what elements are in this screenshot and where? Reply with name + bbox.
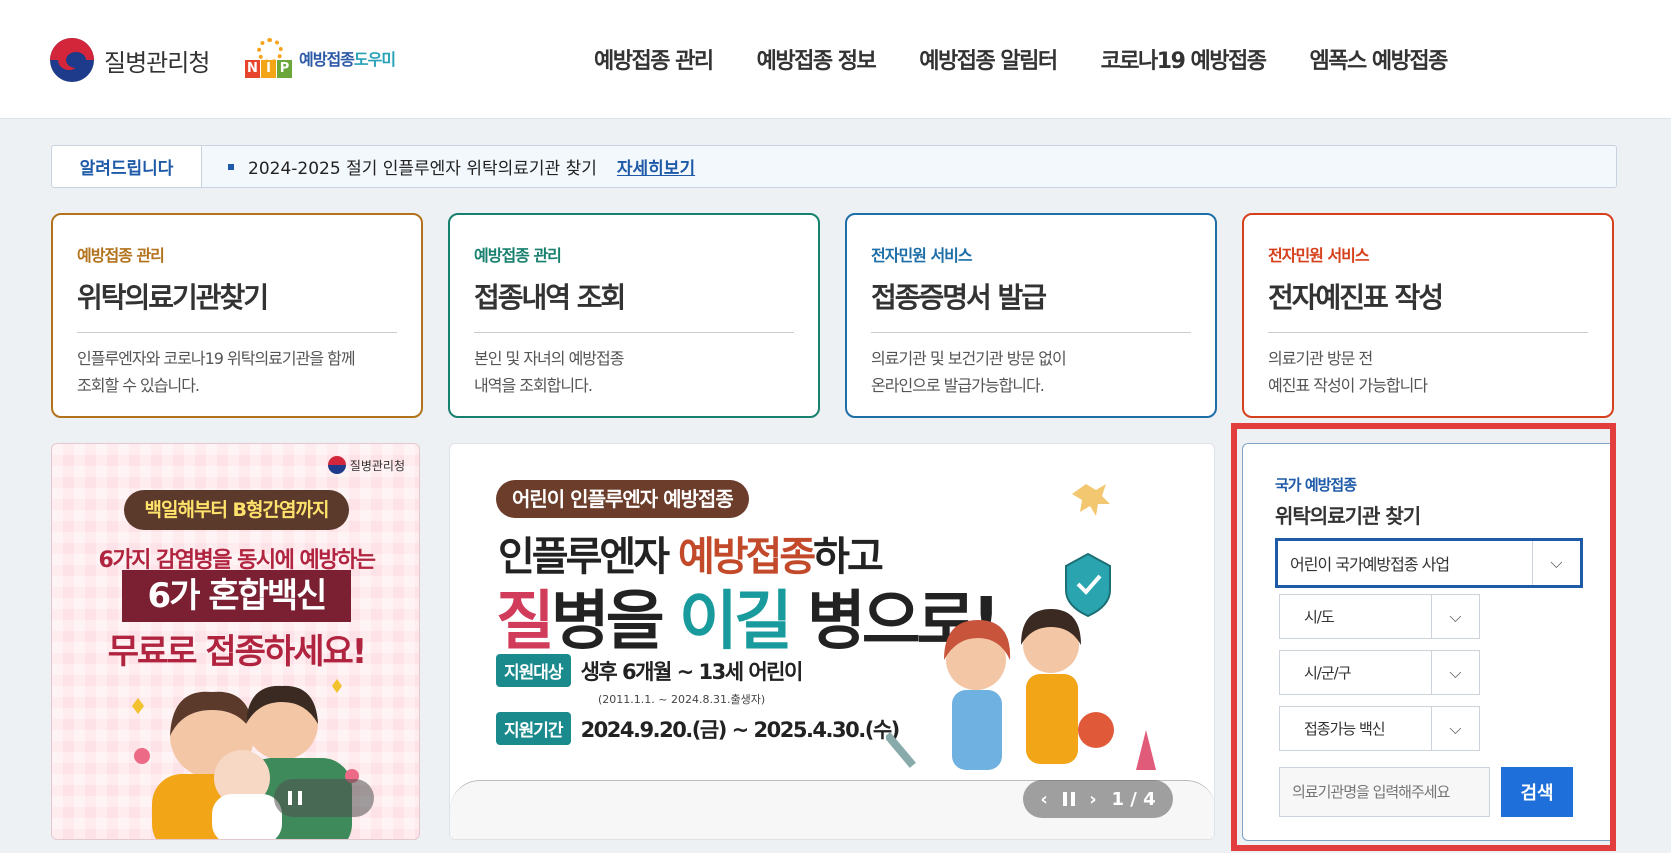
hexavalent-vaccine-banner[interactable]: 질병관리청 백일해부터 B형간염까지 6가지 감염병을 동시에 예방하는 6가 … bbox=[51, 443, 420, 840]
support-period-row: 지원기간 2024.9.20.(금) ~ 2025.4.30.(수) bbox=[496, 712, 901, 745]
card-category: 예방접종 관리 bbox=[77, 246, 165, 265]
taegeuk-icon bbox=[50, 38, 94, 82]
support-target-row: 지원대상 생후 6개월 ~ 13세 어린이 bbox=[496, 654, 804, 687]
card-certificate[interactable]: 전자민원 서비스 접종증명서 발급 의료기관 및 보건기관 방문 없이 온라인으로… bbox=[845, 213, 1217, 418]
notice-bullet bbox=[228, 163, 234, 170]
card-description: 본인 및 자녀의 예방접종 내역을 조회합니다. bbox=[474, 349, 624, 395]
notice-bar: 알려드립니다 2024-2025 절기 인플루엔자 위탁의료기관 찾기 자세히보… bbox=[51, 145, 1617, 188]
nav-vaccination-management[interactable]: 예방접종 관리 bbox=[594, 43, 714, 75]
support-target-sub: (2011.1.1. ~ 2024.8.31.출생자) bbox=[598, 693, 766, 706]
nip-name: 예방접종도우미 bbox=[299, 50, 396, 69]
site-header: 질병관리청 N I P 예방접종도우미 예방접종 관리 예방접종 정보 예방접종… bbox=[0, 0, 1671, 119]
card-title: 접종내역 조회 bbox=[474, 276, 794, 333]
nav-mpox[interactable]: 엠폭스 예방접종 bbox=[1310, 43, 1449, 75]
support-period-tag: 지원기간 bbox=[496, 712, 571, 745]
children-illustration bbox=[886, 484, 1156, 770]
card-category: 전자민원 서비스 bbox=[871, 246, 973, 265]
nav-covid19[interactable]: 코로나19 예방접종 bbox=[1101, 43, 1267, 75]
card-category: 예방접종 관리 bbox=[474, 246, 562, 265]
nip-letter-p: P bbox=[277, 60, 292, 78]
kdca-logo[interactable]: 질병관리청 bbox=[50, 38, 210, 82]
notice-detail-link[interactable]: 자세히보기 bbox=[617, 154, 695, 179]
support-target-value: 생후 6개월 ~ 13세 어린이 bbox=[580, 659, 804, 684]
banner-pause-button[interactable] bbox=[274, 779, 374, 817]
card-title: 접종증명서 발급 bbox=[871, 276, 1191, 333]
banner-line2: 6가 혼합백신 bbox=[122, 570, 351, 622]
card-vaccination-history[interactable]: 예방접종 관리 접종내역 조회 본인 및 자녀의 예방접종 내역을 조회합니다. bbox=[448, 213, 820, 418]
banner-pill: 백일해부터 B형간염까지 bbox=[124, 490, 349, 530]
nav-vaccination-notice[interactable]: 예방접종 알림터 bbox=[919, 43, 1058, 75]
carousel-pager: 1 / 4 bbox=[1111, 788, 1156, 810]
support-target-tag: 지원대상 bbox=[496, 654, 571, 687]
nip-logo[interactable]: N I P 예방접종도우미 bbox=[245, 36, 396, 80]
banner-pill: 어린이 인플루엔자 예방접종 bbox=[496, 480, 749, 518]
banner-carousel-controls: ‹ › 1 / 4 bbox=[1023, 780, 1173, 818]
card-description: 인플루엔자와 코로나19 위탁의료기관을 함께 조회할 수 있습니다. bbox=[77, 349, 356, 395]
card-description: 의료기관 및 보건기관 방문 없이 온라인으로 발급가능합니다. bbox=[871, 349, 1067, 395]
taegeuk-icon bbox=[327, 456, 346, 474]
nav-vaccination-info[interactable]: 예방접종 정보 bbox=[757, 43, 877, 75]
nip-letter-n: N bbox=[245, 60, 260, 78]
pause-icon bbox=[288, 791, 302, 805]
card-title: 전자예진표 작성 bbox=[1268, 276, 1588, 333]
nip-letter-i: I bbox=[261, 60, 276, 78]
card-find-clinic[interactable]: 예방접종 관리 위탁의료기관찾기 인플루엔자와 코로나19 위탁의료기관을 함께… bbox=[51, 213, 423, 418]
card-e-prescreening[interactable]: 전자민원 서비스 전자예진표 작성 의료기관 방문 전 예진표 작성이 가능합니다 bbox=[1242, 213, 1614, 418]
highlight-box bbox=[1231, 423, 1616, 851]
chevron-left-icon[interactable]: ‹ bbox=[1040, 789, 1047, 810]
main-nav: 예방접종 관리 예방접종 정보 예방접종 알림터 코로나19 예방접종 엠폭스 … bbox=[594, 43, 1491, 75]
notice-text[interactable]: 2024-2025 절기 인플루엔자 위탁의료기관 찾기 bbox=[248, 154, 597, 179]
agency-name: 질병관리청 bbox=[104, 48, 210, 77]
banner-org: 질병관리청 bbox=[327, 456, 405, 474]
notice-title: 알려드립니다 bbox=[52, 146, 202, 187]
card-title: 위탁의료기관찾기 bbox=[77, 276, 397, 333]
nip-sun-icon: N I P bbox=[245, 36, 293, 80]
chevron-right-icon[interactable]: › bbox=[1089, 789, 1096, 810]
pause-icon[interactable] bbox=[1062, 792, 1075, 806]
child-flu-banner[interactable]: 어린이 인플루엔자 예방접종 인플루엔자 예방접종하고 질병을 이길 병으로! … bbox=[449, 443, 1215, 840]
support-period-value: 2024.9.20.(금) ~ 2025.4.30.(수) bbox=[580, 717, 901, 742]
card-category: 전자민원 서비스 bbox=[1268, 246, 1370, 265]
card-description: 의료기관 방문 전 예진표 작성이 가능합니다 bbox=[1268, 349, 1428, 395]
